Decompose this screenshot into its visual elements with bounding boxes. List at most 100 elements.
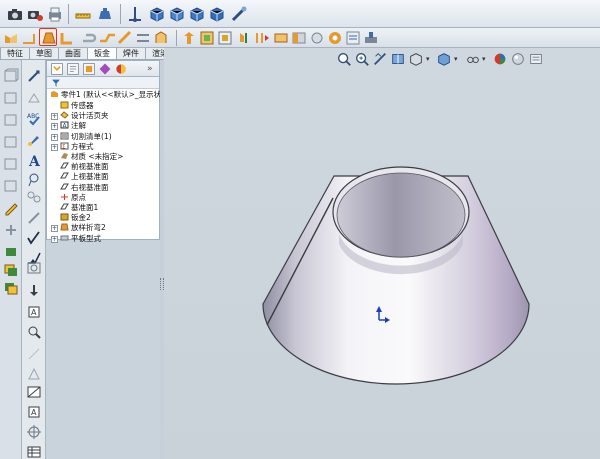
simple-hole-icon[interactable] — [326, 29, 344, 47]
edge-flange-icon[interactable] — [20, 29, 38, 47]
tree-node[interactable]: 钣金2 — [60, 213, 91, 223]
area-hatch-icon[interactable] — [26, 384, 42, 400]
expand-toggle-icon[interactable]: + — [51, 143, 58, 151]
zoom-to-fit-icon[interactable] — [336, 51, 352, 67]
model-items-icon[interactable] — [26, 90, 42, 106]
pencil-icon[interactable] — [3, 200, 19, 216]
cone-model[interactable] — [164, 48, 600, 459]
view-cube-icon[interactable] — [3, 112, 19, 128]
flatten-icon[interactable] — [216, 29, 234, 47]
cosmetic-thread-icon[interactable] — [26, 346, 42, 362]
tree-node[interactable]: + Σ 方程式 — [51, 142, 94, 152]
graphics-viewport[interactable]: ▾ ▾ ▾ — [164, 48, 600, 459]
tree-node[interactable]: + 切割清单(1) — [51, 132, 112, 142]
table-icon[interactable] — [26, 444, 42, 459]
jog-icon[interactable] — [98, 29, 116, 47]
layer-icon[interactable] — [3, 280, 19, 296]
surface-finish-icon[interactable] — [26, 230, 42, 246]
cross-break-icon[interactable] — [134, 29, 152, 47]
auto-balloon-icon[interactable] — [26, 190, 42, 206]
group-icon[interactable] — [3, 244, 19, 260]
dropdown-arrow-icon[interactable]: ▾ — [454, 51, 462, 67]
measure-icon[interactable] — [74, 5, 92, 23]
hide-show-items-icon[interactable] — [464, 51, 482, 67]
expand-toggle-icon[interactable]: + — [51, 133, 58, 141]
dropdown-arrow-icon[interactable]: ▾ — [482, 51, 490, 67]
hole-callout-icon[interactable] — [26, 260, 42, 276]
apply-scene-icon[interactable] — [510, 51, 526, 67]
tree-node[interactable]: + 设计活页夹 — [51, 111, 109, 121]
tree-root[interactable]: 零件1 (默认<<默认>_显示状态 — [50, 90, 169, 100]
edit-appearance-icon[interactable] — [492, 51, 508, 67]
tree-node[interactable]: + A 注解 — [51, 121, 86, 131]
tab-sketch[interactable]: 草图 — [29, 48, 59, 60]
normal-to-icon[interactable] — [230, 5, 248, 23]
vent-icon[interactable] — [344, 29, 362, 47]
datum-target-icon[interactable]: A — [26, 304, 42, 320]
view-right-icon[interactable] — [188, 5, 206, 23]
print-icon[interactable] — [46, 5, 64, 23]
sketched-bend-icon[interactable] — [116, 29, 134, 47]
mass-properties-icon[interactable] — [96, 5, 114, 23]
closed-corner-icon[interactable] — [152, 29, 170, 47]
tree-node[interactable]: 上视基准面 — [60, 172, 109, 182]
plus-icon[interactable] — [3, 222, 19, 238]
smart-dimension-icon[interactable] — [26, 68, 42, 84]
tree-node[interactable]: + 平板型式 — [51, 234, 101, 244]
display-manager-tab-icon[interactable] — [114, 62, 128, 76]
magnetic-line-icon[interactable] — [26, 210, 42, 226]
tree-node[interactable]: 基准面1 — [60, 203, 98, 213]
display-style-icon[interactable] — [436, 51, 452, 67]
tree-node[interactable]: 原点 — [60, 193, 86, 203]
insert-bends-icon[interactable] — [272, 29, 290, 47]
view-top-icon[interactable] — [168, 5, 186, 23]
center-mark-icon[interactable] — [26, 366, 42, 382]
section-view-icon[interactable] — [390, 51, 406, 67]
previous-view-icon[interactable] — [372, 51, 388, 67]
no-bends-icon[interactable] — [236, 29, 254, 47]
view-iso-icon[interactable] — [208, 5, 226, 23]
block-icon[interactable]: A — [26, 404, 42, 420]
miter-flange-icon[interactable] — [58, 29, 76, 47]
view-settings-icon[interactable] — [528, 51, 544, 67]
lofted-bend-icon[interactable] — [39, 28, 57, 46]
tree-node[interactable]: + 放样折弯2 — [51, 223, 106, 233]
expand-toggle-icon[interactable]: + — [51, 113, 58, 121]
fold-icon[interactable] — [198, 29, 216, 47]
note-icon[interactable]: A — [26, 152, 42, 168]
dimxpert-tab-icon[interactable] — [98, 62, 112, 76]
hem-icon[interactable] — [80, 29, 98, 47]
filter-icon[interactable] — [51, 78, 61, 88]
view-front-icon[interactable] — [148, 5, 166, 23]
format-painter-icon[interactable] — [26, 132, 42, 148]
camera-icon[interactable] — [6, 5, 24, 23]
balloon-icon[interactable] — [26, 172, 42, 188]
view-cube-icon[interactable] — [3, 68, 19, 84]
forming-tool-icon[interactable] — [362, 29, 380, 47]
view-cube-icon[interactable] — [3, 134, 19, 150]
center-line-icon[interactable] — [26, 424, 42, 440]
layer-icon[interactable] — [3, 262, 19, 278]
tab-sheet-metal[interactable]: 钣金 — [87, 48, 117, 60]
view-cube-icon[interactable] — [3, 156, 19, 172]
dropdown-arrow-icon[interactable]: ▾ — [426, 51, 434, 67]
configuration-manager-tab-icon[interactable] — [82, 62, 96, 76]
property-manager-tab-icon[interactable] — [66, 62, 80, 76]
rip-icon[interactable] — [254, 29, 272, 47]
geometric-tolerance-icon[interactable] — [26, 324, 42, 340]
camera-settings-icon[interactable] — [26, 5, 44, 23]
tab-weldments[interactable]: 焊件 — [116, 48, 146, 60]
expand-toggle-icon[interactable]: + — [51, 235, 58, 243]
expand-toggle-icon[interactable]: + — [51, 225, 58, 233]
tab-features[interactable]: 特征 — [0, 48, 30, 60]
tree-node[interactable]: 右视基准面 — [60, 183, 109, 193]
tree-node[interactable]: 前视基准面 — [60, 162, 109, 172]
spell-check-icon[interactable]: ABC — [26, 110, 42, 126]
view-cube-icon[interactable] — [3, 178, 19, 194]
axis-triad-icon[interactable] — [126, 5, 144, 23]
zoom-to-area-icon[interactable] — [354, 51, 370, 67]
feature-manager-tab-icon[interactable] — [50, 62, 64, 76]
tab-surfaces[interactable]: 曲面 — [58, 48, 88, 60]
view-orientation-icon[interactable] — [408, 51, 424, 67]
unfold-icon[interactable] — [180, 29, 198, 47]
